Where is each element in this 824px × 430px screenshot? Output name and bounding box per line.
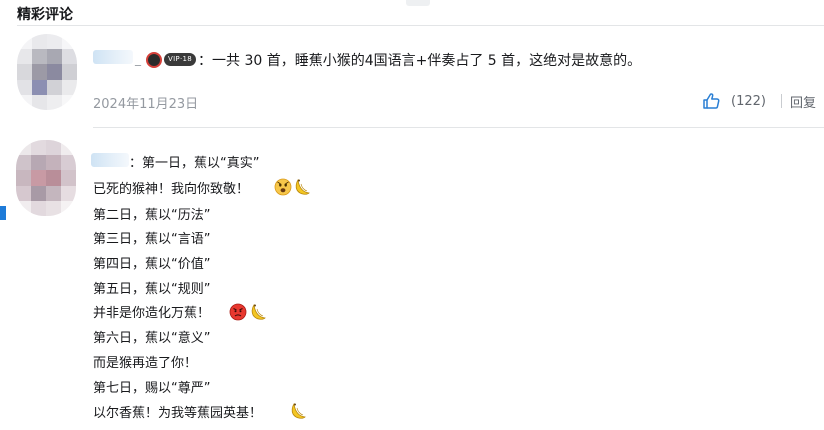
username[interactable] [93,50,133,64]
comment-line: 而是猴再造了你！ [93,356,198,371]
avatar[interactable] [17,34,77,110]
comment-line: 第四日，蕉以“价值” [93,257,211,272]
scared-face-emoji [274,178,292,196]
angry-face-emoji [229,303,247,321]
avatar[interactable] [16,140,76,216]
comment-section: 精彩评论 _ VIP·18 ：一共 30 首，睡蕉小猴的4国语言+伴奏占了 5 … [0,0,824,430]
comment-line: 第五日，蕉以“规则” [93,282,211,297]
action-divider [781,94,782,108]
comment-date: 2024年11月23日 [93,97,199,112]
comment-line: ：第一日，蕉以“真实” [129,156,260,171]
vip-level-badge: VIP·18 [164,53,196,66]
section-title: 精彩评论 [17,7,73,23]
banana-emoji [295,178,310,195]
like-button[interactable]: (122) [701,91,766,111]
comment-line: 以尔香蕉！为我等蕉园英基！ [93,406,263,421]
page-edge-marker [0,206,6,220]
banana-emoji [291,402,306,419]
top-edge-artifact [406,0,430,6]
thumbs-up-icon [703,93,720,109]
comment-line: 第六日，蕉以“意义” [93,331,211,346]
banana-emoji [251,303,266,320]
username-suffix: _ [135,52,141,66]
comment-line: 第七日，赐以“尊严” [93,381,211,396]
comment-line: 第三日，蕉以“言语” [93,232,211,247]
comment-divider [93,127,824,128]
comment-text: ：一共 30 首，睡蕉小猴的4国语言+伴奏占了 5 首，这绝对是故意的。 [198,53,642,69]
like-count: (122) [731,93,766,109]
section-divider [17,25,824,26]
reply-button[interactable]: 回复 [790,92,816,111]
username[interactable] [91,153,129,167]
record-badge-icon [146,52,162,68]
comment-line: 并非是你造化万蕉！ [93,306,211,321]
comment-line: 第二日，蕉以“历法” [93,208,211,223]
comment-line: 已死的猴神！我向你致敬！ [93,182,250,197]
